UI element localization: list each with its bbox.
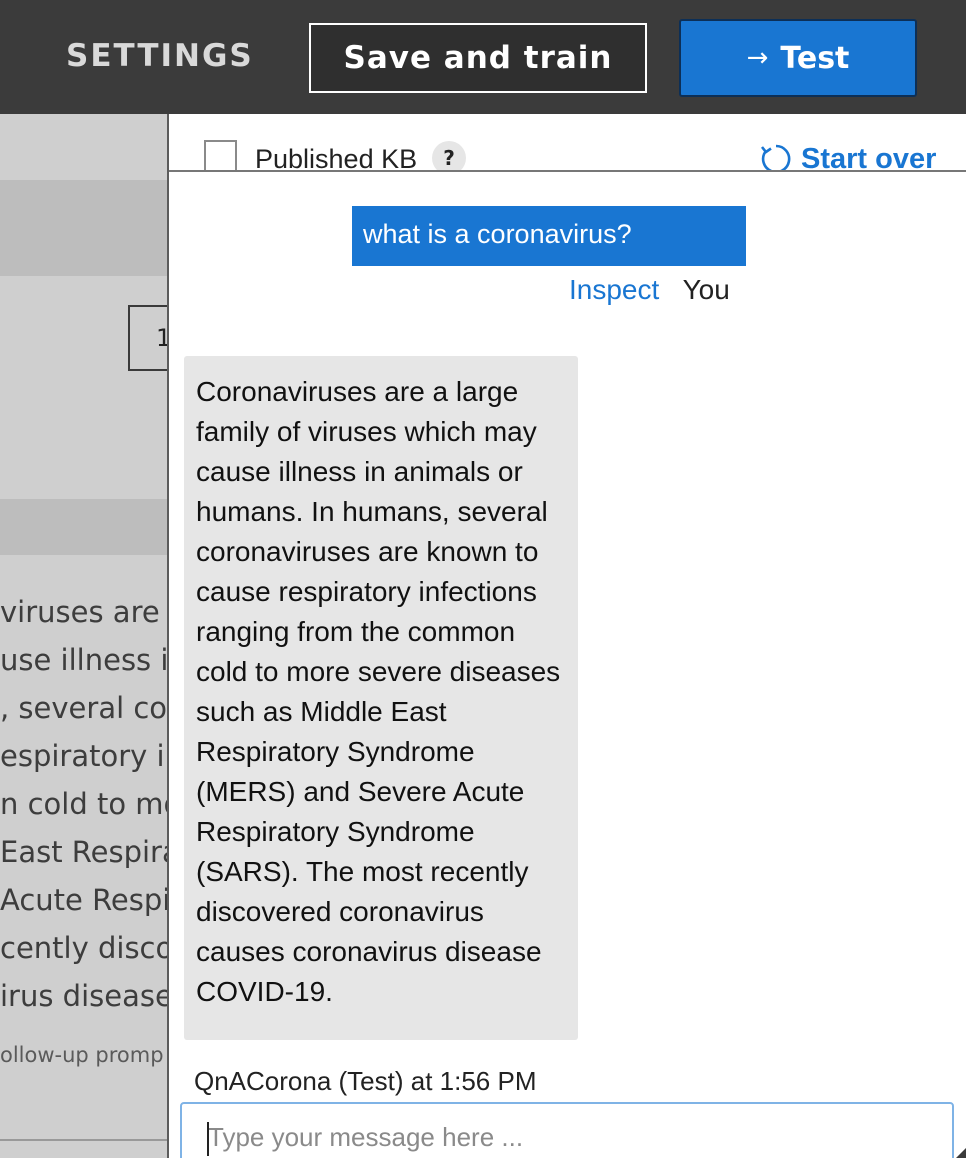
background-text-line: East Respirat (0, 835, 168, 869)
start-over-button[interactable]: Start over (759, 142, 937, 172)
message-input-wrapper (180, 1102, 954, 1158)
bot-message-bubble: Coronaviruses are a large family of viru… (184, 356, 578, 1040)
background-follow-up-prompt: ollow-up promp (0, 1043, 164, 1067)
settings-link[interactable]: SETTINGS (66, 38, 254, 74)
top-bar: SETTINGS Save and train → Test (0, 0, 966, 114)
test-button-label: Test (780, 40, 850, 76)
refresh-icon (760, 144, 791, 170)
help-icon[interactable]: ? (432, 141, 466, 170)
text-caret (207, 1122, 209, 1156)
background-text-line: cently discov (0, 931, 168, 965)
published-kb-label: Published KB (255, 144, 418, 172)
arrow-right-icon: → (746, 43, 769, 73)
background-page-number: 1 (128, 305, 168, 371)
background-divider (0, 1139, 168, 1141)
published-kb-checkbox[interactable] (204, 140, 237, 170)
save-and-train-button[interactable]: Save and train (309, 23, 647, 93)
message-input[interactable] (182, 1104, 952, 1158)
background-text-line: irus disease (0, 979, 168, 1013)
background-text-line: , several cor (0, 691, 168, 725)
background-text-line: espiratory inf (0, 739, 168, 773)
resize-corner-icon (956, 1148, 966, 1158)
background-text-line: use illness in (0, 643, 168, 677)
panel-header: Published KB ? Start over (169, 114, 966, 172)
inspect-link[interactable]: Inspect (569, 274, 659, 305)
sender-label: You (682, 274, 730, 305)
bot-message-meta: QnACorona (Test) at 1:56 PM (194, 1066, 537, 1096)
user-message-bubble: what is a coronavirus? (352, 206, 746, 266)
background-band (0, 499, 168, 555)
test-chat-panel: Published KB ? Start over what is a coro… (167, 114, 966, 1158)
test-button[interactable]: → Test (679, 19, 917, 97)
user-message-meta: Inspect You (569, 274, 730, 306)
start-over-label: Start over (801, 142, 937, 172)
background-page: 1 viruses are a use illness in , several c… (0, 114, 168, 1158)
background-text-line: Acute Respira (0, 883, 168, 917)
background-text-line: viruses are a (0, 595, 168, 629)
background-text-line: n cold to mo (0, 787, 168, 821)
background-band (0, 180, 168, 276)
